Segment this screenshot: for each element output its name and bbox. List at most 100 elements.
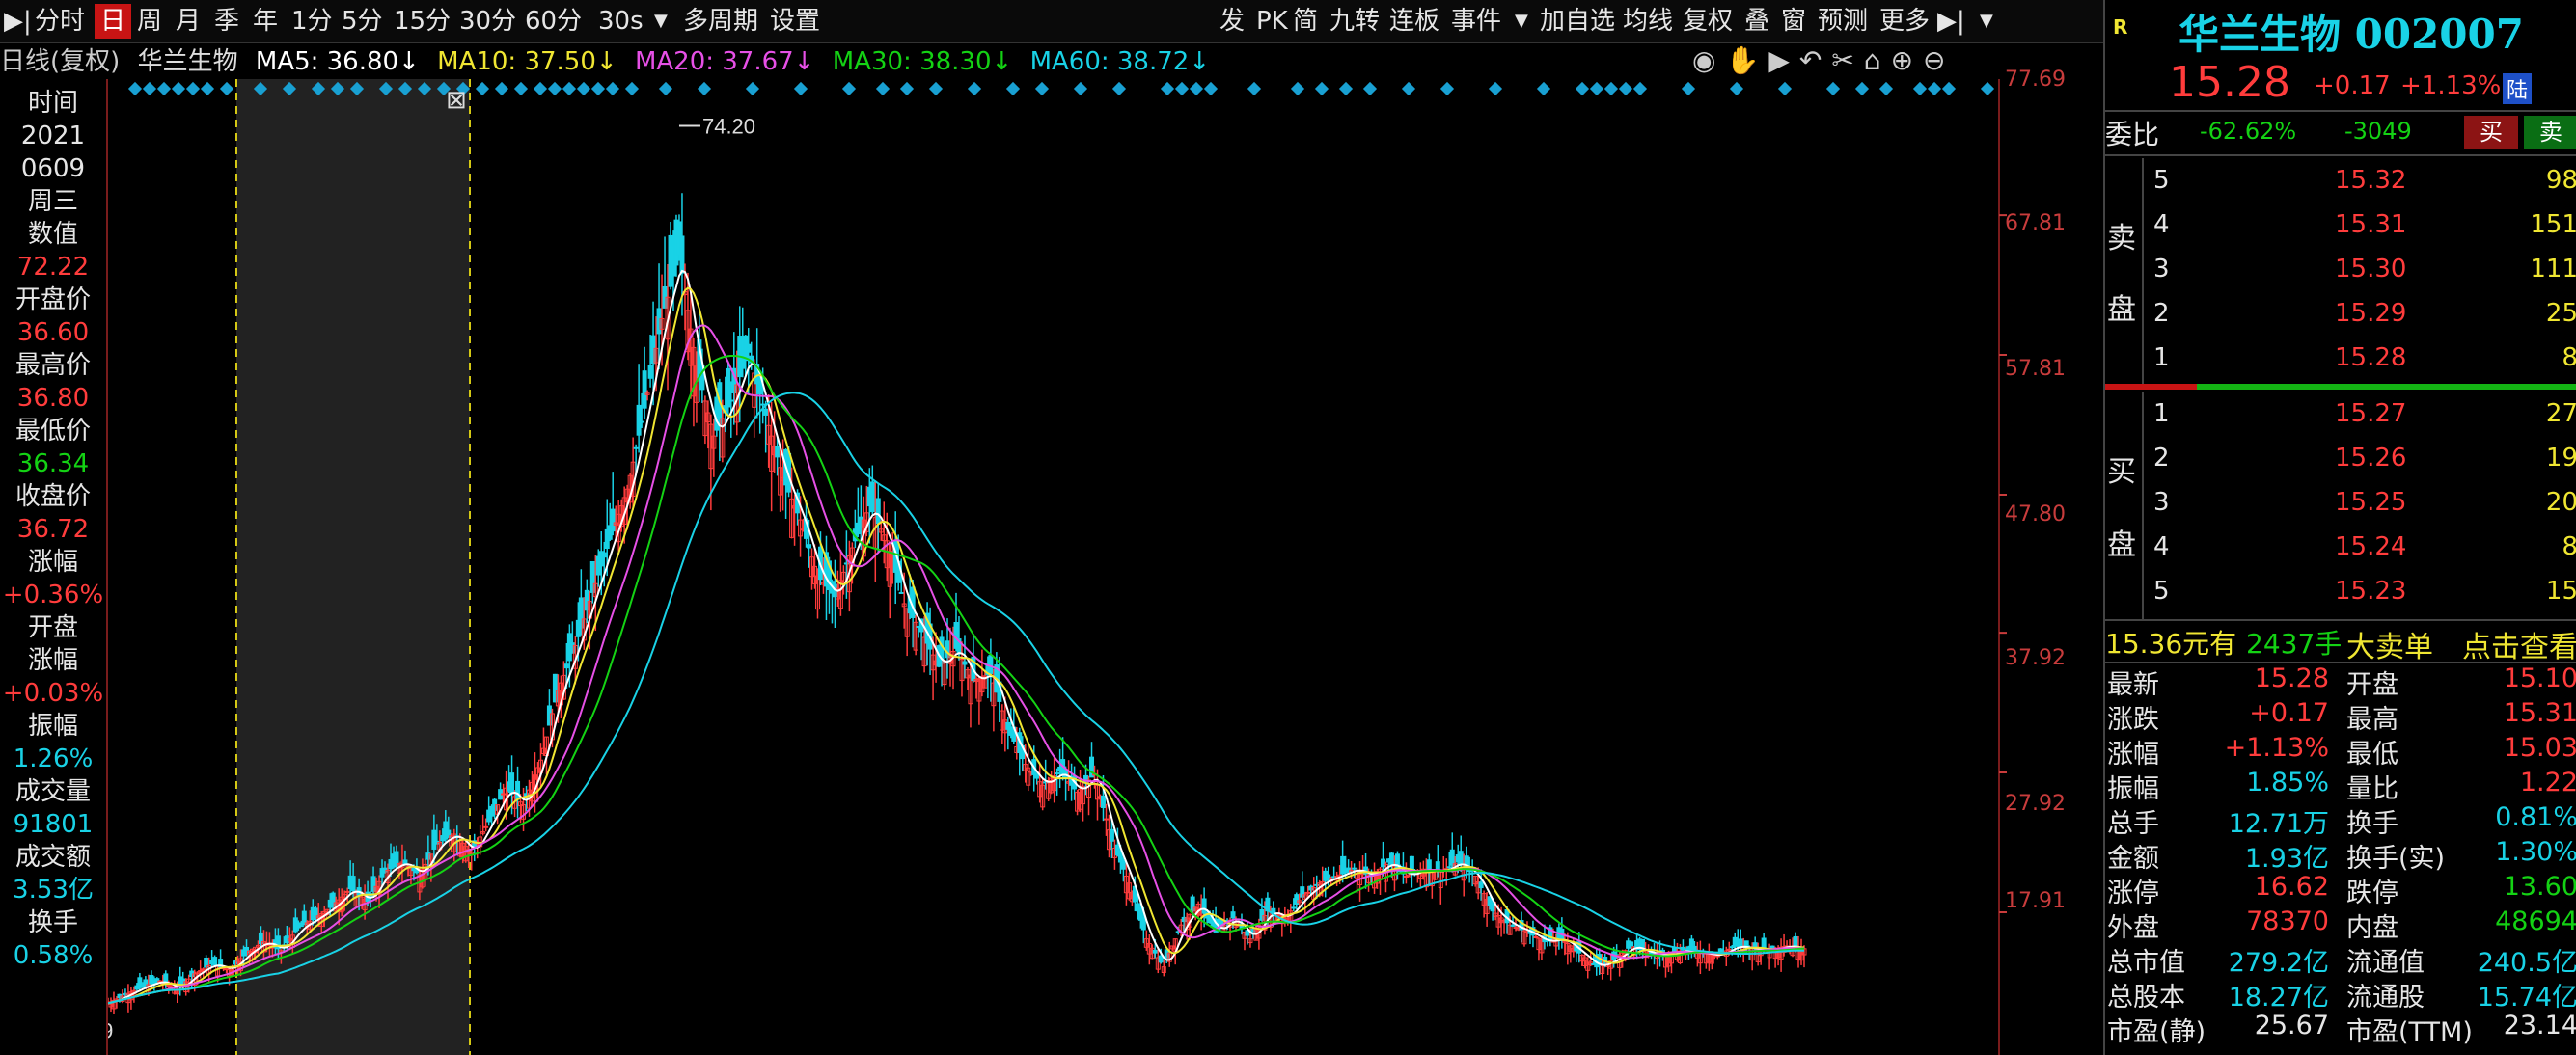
amount-label: 成交额 xyxy=(14,843,91,872)
stat-value: 16.62 xyxy=(2254,872,2329,902)
event-marker xyxy=(1034,81,1050,96)
chevron-down-icon[interactable]: ▼ xyxy=(654,4,668,39)
multi-period-button[interactable]: 多周期 xyxy=(683,4,758,39)
ask-level: 5 xyxy=(2153,166,2170,195)
zoom-out-icon[interactable]: ⊖ xyxy=(1923,44,1955,76)
chevron-down-icon[interactable]: ▼ xyxy=(1515,4,1528,39)
ask-bid-ratio-bar xyxy=(2105,384,2197,390)
bid-row[interactable]: 2 15.26 19 xyxy=(2144,438,2576,480)
overlay-button[interactable]: 叠 xyxy=(1744,4,1769,39)
event-marker xyxy=(171,81,186,96)
settings-button[interactable]: 设置 xyxy=(770,4,820,39)
tab-intraday[interactable]: 分时 xyxy=(35,4,85,39)
ask-row[interactable]: 5 15.32 98 xyxy=(2144,160,2576,203)
ma60-value: MA60: 38.72↓ xyxy=(1029,47,1211,76)
event-marker xyxy=(1439,81,1455,96)
candle-body xyxy=(728,399,734,402)
stat-label: 跌停 xyxy=(2346,879,2398,908)
bid-row[interactable]: 1 15.27 27 xyxy=(2144,393,2576,436)
candle-body xyxy=(610,508,616,532)
ask-row[interactable]: 2 15.29 25 xyxy=(2144,293,2576,336)
lock-icon[interactable]: ⌂ xyxy=(1864,44,1891,76)
tab-quarterly[interactable]: 季 xyxy=(214,4,239,39)
bid-row[interactable]: 4 15.24 8 xyxy=(2144,527,2576,569)
undo-icon[interactable]: ↶ xyxy=(1799,44,1831,76)
bid-side-label: 买 xyxy=(2107,455,2136,489)
stat-label: 总手 xyxy=(2107,809,2159,839)
event-marker xyxy=(475,81,490,96)
stat-value: 78370 xyxy=(2246,906,2329,936)
stat-value: +0.17 xyxy=(2249,698,2329,728)
tab-30min[interactable]: 30分 xyxy=(459,4,516,39)
ma-button[interactable]: 均线 xyxy=(1623,4,1673,39)
candle-body xyxy=(807,544,812,549)
pk-button[interactable]: PK xyxy=(1256,4,1288,39)
candle-body xyxy=(509,772,515,795)
candle-body xyxy=(1466,869,1472,873)
tab-5min[interactable]: 5分 xyxy=(342,4,383,39)
events-button[interactable]: 事件 xyxy=(1451,4,1501,39)
adjust-button[interactable]: 复权 xyxy=(1683,4,1733,39)
stat-value: 1.30% xyxy=(2495,837,2576,867)
window-button[interactable]: 窗 xyxy=(1781,4,1806,39)
ask-row[interactable]: 4 15.31 151 xyxy=(2144,204,2576,247)
bid-row[interactable]: 5 15.23 15 xyxy=(2144,571,2576,613)
nine-turn-button[interactable]: 九转 xyxy=(1329,4,1380,39)
ask-row[interactable]: 1 15.28 8 xyxy=(2144,338,2576,380)
tab-1min[interactable]: 1分 xyxy=(291,4,333,39)
bid-price: 15.26 xyxy=(2335,444,2407,473)
order-ratio-label: 委比 xyxy=(2105,119,2160,150)
eye-icon[interactable]: ◉ xyxy=(1692,44,1725,76)
event-marker xyxy=(1488,81,1503,96)
candle-body xyxy=(1726,948,1732,951)
candle-body xyxy=(647,365,653,379)
more-button[interactable]: 更多 xyxy=(1879,4,1930,39)
event-marker xyxy=(1362,81,1378,96)
connect-badge[interactable]: 陆 xyxy=(2503,73,2533,104)
collapse-right-icon[interactable]: ▶| xyxy=(1937,4,1965,39)
bid-row[interactable]: 3 15.25 20 xyxy=(2144,482,2576,525)
tab-daily[interactable]: 日 xyxy=(95,4,132,39)
forecast-button[interactable]: 预测 xyxy=(1818,4,1868,39)
stat-label: 市盈(TTM) xyxy=(2346,1017,2473,1047)
kline-chart[interactable]: 74.20—11.39⊠⚙ xyxy=(0,79,2103,1055)
zoom-in-icon[interactable]: ⊕ xyxy=(1891,44,1923,76)
max-price-label: 74.20 xyxy=(702,115,755,139)
event-marker xyxy=(1575,81,1590,96)
y-tick-label: 47.80 xyxy=(2005,502,2066,527)
tab-weekly[interactable]: 周 xyxy=(137,4,162,39)
ask-level: 2 xyxy=(2153,299,2170,328)
tab-monthly[interactable]: 月 xyxy=(176,4,201,39)
event-marker xyxy=(697,81,712,96)
chevron-down-icon[interactable]: ▼ xyxy=(1980,4,1993,39)
event-marker xyxy=(1618,81,1633,96)
sell-button[interactable]: 卖 xyxy=(2524,116,2576,149)
buy-button[interactable]: 买 xyxy=(2464,116,2518,149)
big-order-type: 大卖单 xyxy=(2346,631,2433,664)
stat-value: 12.71万 xyxy=(2228,809,2329,839)
ask-row[interactable]: 3 15.30 111 xyxy=(2144,249,2576,291)
tab-yearly[interactable]: 年 xyxy=(253,4,278,39)
chart-tools: ◉✋▶↶✂⌂⊕⊖ xyxy=(1692,44,1956,76)
tab-15min[interactable]: 15分 xyxy=(394,4,451,39)
event-marker xyxy=(1314,81,1329,96)
y-tick-label: 27.92 xyxy=(2005,792,2066,816)
ask-price: 15.30 xyxy=(2335,255,2407,284)
tab-30s[interactable]: 30s xyxy=(598,4,644,39)
play-icon[interactable]: ▶ xyxy=(1768,44,1799,76)
add-watchlist-button[interactable]: 加自选 xyxy=(1540,4,1615,39)
scissors-icon[interactable]: ✂ xyxy=(1831,44,1863,76)
post-button[interactable]: 发 xyxy=(1219,4,1245,39)
tab-60min[interactable]: 60分 xyxy=(525,4,582,39)
stat-label: 涨幅 xyxy=(2107,740,2159,770)
candle-body xyxy=(601,552,607,558)
candle-body xyxy=(1426,859,1432,871)
limit-board-button[interactable]: 连板 xyxy=(1389,4,1439,39)
hand-icon[interactable]: ✋ xyxy=(1725,44,1768,76)
simple-button[interactable]: 简 xyxy=(1293,4,1318,39)
candle-body xyxy=(431,829,437,850)
expand-left-icon[interactable]: ▶| xyxy=(4,4,32,39)
volume-value: 91801 xyxy=(13,810,94,839)
candle-body xyxy=(1103,818,1109,821)
big-order-link[interactable]: 点击查看 xyxy=(2462,623,2576,665)
